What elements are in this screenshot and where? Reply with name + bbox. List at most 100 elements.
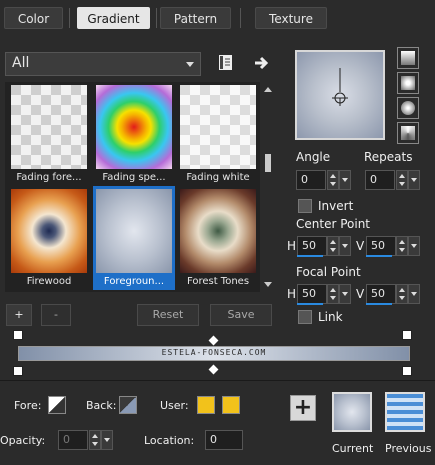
transparency-stop-left[interactable] (13, 330, 23, 340)
transparency-stop-right[interactable] (402, 330, 412, 340)
repeats-stepper[interactable] (396, 170, 408, 190)
gallery-item[interactable]: Fading spe... (93, 82, 175, 186)
user-color-1[interactable] (197, 396, 215, 414)
gallery-item[interactable]: Fading white (177, 82, 259, 186)
radial-style-button[interactable] (397, 122, 419, 144)
gradient-swatch (11, 85, 87, 169)
add-to-swatches-button[interactable]: + (290, 395, 316, 421)
gradient-preview[interactable] (295, 50, 385, 140)
resource-manager-button[interactable] (215, 52, 237, 74)
previous-label: Previous (385, 442, 432, 455)
sunburst-gradient-icon (401, 101, 415, 115)
center-v-label: V (356, 239, 365, 253)
save-button[interactable]: Save (210, 304, 272, 326)
center-v-dropdown-button[interactable] (408, 236, 420, 256)
linear-style-button[interactable] (397, 47, 419, 69)
reset-button[interactable]: Reset (137, 304, 199, 326)
arrow-right-icon (255, 56, 269, 70)
rectangular-style-button[interactable] (397, 72, 419, 94)
tab-separator (240, 8, 241, 28)
gallery-item-label: Foregroun... (93, 275, 175, 289)
scrollbar-graphics (264, 87, 272, 287)
link-checkbox[interactable] (298, 310, 312, 324)
remove-button[interactable]: - (41, 304, 71, 326)
center-h-slider-bar[interactable] (297, 255, 323, 257)
gallery-item[interactable]: Fading fore... (8, 82, 90, 186)
center-crosshair-icon (332, 68, 348, 106)
previous-swatch[interactable] (385, 392, 425, 432)
center-h-dropdown-button[interactable] (339, 236, 351, 256)
opacity-input[interactable]: 0 (58, 430, 88, 450)
add-button[interactable]: + (6, 304, 32, 326)
category-dropdown[interactable]: All (5, 52, 201, 76)
focal-h-dropdown-button[interactable] (339, 284, 351, 304)
color-midpoint[interactable] (208, 364, 219, 375)
gradient-swatch (96, 85, 172, 169)
tab-pattern[interactable]: Pattern (160, 7, 231, 29)
color-stop-left[interactable] (13, 366, 23, 376)
invert-label: Invert (318, 199, 354, 213)
angle-stepper[interactable] (327, 170, 339, 190)
focal-v-dropdown-button[interactable] (408, 284, 420, 304)
center-h-input[interactable]: 50 (297, 236, 327, 256)
center-h-stepper[interactable] (327, 236, 339, 256)
gradient-bar-watermark: ESTELA-FONSECA.COM (161, 348, 267, 357)
invert-checkbox[interactable] (298, 199, 312, 213)
gallery-item-label: Firewood (26, 276, 72, 287)
gallery-item-label: Fading spe... (102, 172, 166, 183)
transparency-midpoint[interactable] (208, 335, 219, 346)
repeats-dropdown-button[interactable] (408, 170, 420, 190)
focal-v-label: V (356, 287, 365, 301)
center-v-stepper[interactable] (396, 236, 408, 256)
focal-v-input[interactable]: 50 (366, 284, 396, 304)
gallery-item[interactable]: Forest Tones (177, 186, 259, 290)
more-options-button[interactable] (250, 52, 272, 74)
center-h-label: H (287, 239, 297, 253)
opacity-stepper[interactable] (89, 430, 101, 450)
tab-separator (156, 8, 157, 28)
sunburst-style-button[interactable] (397, 97, 419, 119)
user-label: User: (160, 399, 189, 412)
tab-color[interactable]: Color (4, 7, 63, 29)
gallery-item[interactable]: Firewood (8, 186, 90, 290)
gradient-swatch (180, 85, 256, 169)
radial-gradient-icon (401, 126, 415, 140)
gallery-item[interactable]: Foregroun... (93, 186, 175, 290)
tab-gradient[interactable]: Gradient (77, 7, 150, 29)
repeats-label: Repeats (364, 150, 413, 164)
back-color-button[interactable] (119, 396, 137, 414)
gallery-item-label: Forest Tones (186, 276, 250, 287)
focal-h-input[interactable]: 50 (297, 284, 327, 304)
repeats-input[interactable]: 0 (365, 170, 395, 190)
tab-texture[interactable]: Texture (255, 7, 327, 29)
user-color-2[interactable] (222, 396, 240, 414)
focal-point-label: Focal Point (296, 265, 361, 279)
opacity-dropdown-button[interactable] (101, 430, 113, 450)
chevron-down-icon (186, 62, 194, 67)
category-value: All (12, 55, 30, 71)
color-stop-right[interactable] (402, 366, 412, 376)
center-v-input[interactable]: 50 (366, 236, 396, 256)
focal-h-slider-bar[interactable] (297, 303, 323, 305)
linear-gradient-icon (401, 51, 415, 65)
gallery-item-label: Fading fore... (16, 172, 82, 183)
gradient-swatch (11, 189, 87, 273)
fore-label: Fore: (14, 399, 42, 412)
location-label: Location: (144, 434, 195, 447)
gallery-scrollbar[interactable] (262, 82, 274, 292)
rectangular-gradient-icon (401, 76, 415, 90)
focal-v-slider-bar[interactable] (366, 303, 392, 305)
focal-h-stepper[interactable] (327, 284, 339, 304)
gradient-swatch (96, 189, 172, 273)
tab-separator (69, 8, 70, 28)
back-label: Back: (86, 399, 117, 412)
focal-v-stepper[interactable] (396, 284, 408, 304)
tab-bar: Color Gradient Pattern Texture (0, 0, 435, 36)
fore-color-button[interactable] (48, 396, 66, 414)
angle-input[interactable]: 0 (296, 170, 326, 190)
divider (0, 380, 435, 381)
current-swatch[interactable] (332, 392, 372, 432)
center-v-slider-bar[interactable] (366, 255, 392, 257)
angle-dropdown-button[interactable] (339, 170, 351, 190)
location-input[interactable]: 0 (205, 430, 243, 450)
